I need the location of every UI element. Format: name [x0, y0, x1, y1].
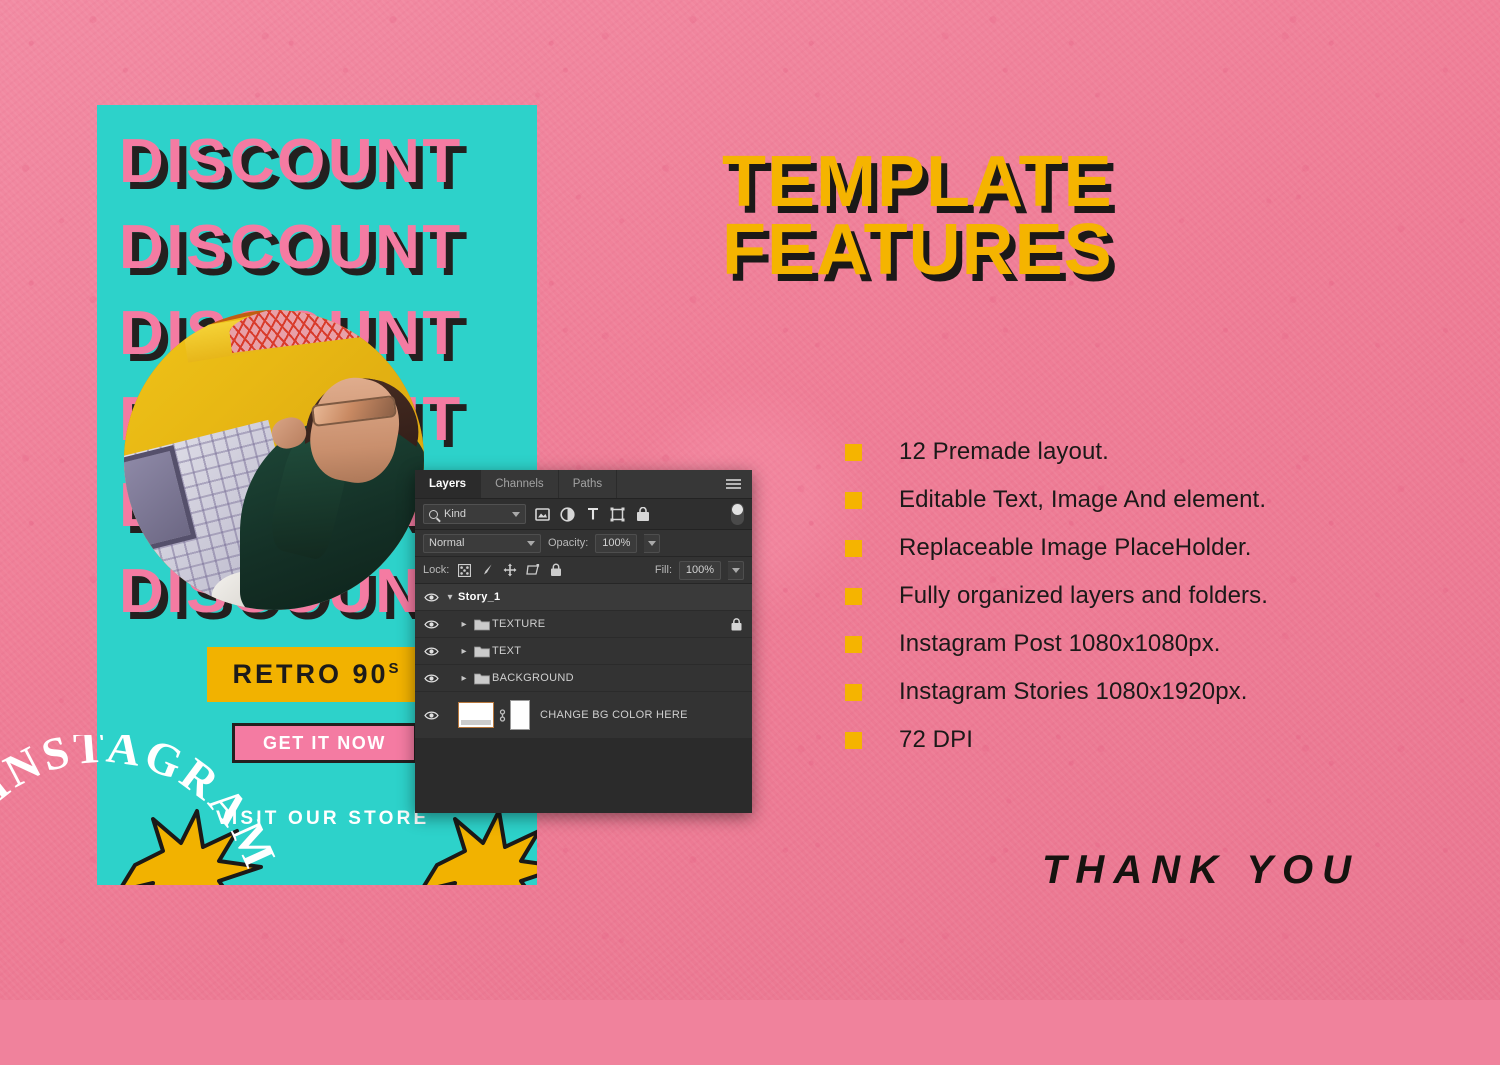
bullet-square-icon	[845, 491, 862, 509]
link-icon[interactable]	[494, 708, 510, 723]
layer-name: TEXT	[492, 645, 522, 657]
retro-badge-label: RETRO 90	[232, 659, 389, 689]
hamburger-menu-icon[interactable]	[715, 470, 752, 498]
lock-transparent-pixels-icon[interactable]	[456, 562, 472, 578]
blend-mode-bar: Normal Opacity: 100%	[415, 530, 752, 557]
feature-label: Instagram Stories 1080x1920px.	[899, 678, 1248, 705]
thank-you-label: THANK YOU	[1042, 848, 1361, 892]
panel-tab-bar: Layers Channels Paths	[415, 470, 752, 499]
bullet-square-icon	[845, 731, 862, 749]
bullet-square-icon	[845, 587, 862, 605]
fill-stepper-icon[interactable]	[728, 560, 744, 580]
layer-row[interactable]: ▸ TEXT	[415, 638, 752, 665]
layer-row[interactable]: ▸ TEXTURE	[415, 611, 752, 638]
list-item: Editable Text, Image And element.	[845, 476, 1268, 524]
fill-label: Fill:	[654, 564, 672, 576]
smart-object-filter-icon[interactable]	[634, 506, 651, 523]
adjustment-filter-icon[interactable]	[559, 506, 576, 523]
feature-label: Fully organized layers and folders.	[899, 582, 1269, 609]
feature-list: 12 Premade layout. Editable Text, Image …	[845, 428, 1268, 764]
feature-label: 12 Premade layout.	[899, 438, 1109, 465]
lock-image-pixels-icon[interactable]	[479, 562, 495, 578]
layer-mask-thumbnail[interactable]	[510, 700, 530, 730]
feature-label: Editable Text, Image And element.	[899, 486, 1267, 513]
bullet-square-icon	[845, 539, 862, 557]
bullet-square-icon	[845, 683, 862, 701]
tab-layers[interactable]: Layers	[415, 470, 482, 498]
instagram-arc-label: INSTAGRAM	[0, 735, 287, 877]
lock-all-icon[interactable]	[548, 562, 564, 578]
list-item: 12 Premade layout.	[845, 428, 1268, 476]
retro-badge-superscript: S	[388, 660, 402, 677]
layer-name: TEXTURE	[492, 618, 546, 630]
bullet-square-icon	[845, 443, 862, 461]
layer-row[interactable]: ▸ BACKGROUND	[415, 665, 752, 692]
list-item: 72 DPI	[845, 716, 1268, 764]
layer-filter-bar: Kind	[415, 499, 752, 530]
page-title: TEMPLATE FEATURES	[722, 142, 1113, 291]
list-item: Instagram Stories 1080x1920px.	[845, 668, 1268, 716]
feature-label: Instagram Post 1080x1080px.	[899, 630, 1221, 657]
fill-value[interactable]: 100%	[679, 560, 721, 580]
photoshop-layers-panel[interactable]: Layers Channels Paths Kind Normal Opacit…	[415, 470, 752, 813]
layer-name: CHANGE BG COLOR HERE	[540, 709, 688, 721]
blend-mode-value: Normal	[429, 537, 465, 549]
bullet-square-icon	[845, 635, 862, 653]
feature-label: 72 DPI	[899, 726, 973, 753]
lock-position-icon[interactable]	[502, 562, 518, 578]
eye-icon[interactable]	[420, 710, 442, 721]
eye-icon[interactable]	[420, 646, 442, 657]
tab-channels[interactable]: Channels	[481, 470, 559, 498]
eye-icon[interactable]	[420, 592, 442, 603]
layer-list: ▾ Story_1 ▸ TEXTURE ▸ TEXT ▸ BACKGROUND …	[415, 584, 752, 739]
chevron-right-icon[interactable]: ▸	[456, 619, 472, 630]
layer-locked-icon	[731, 617, 742, 631]
eye-icon[interactable]	[420, 619, 442, 630]
list-item: Fully organized layers and folders.	[845, 572, 1268, 620]
chevron-right-icon[interactable]: ▸	[456, 646, 472, 657]
blend-mode-select[interactable]: Normal	[423, 533, 541, 553]
folder-icon	[472, 672, 492, 685]
layer-row[interactable]: CHANGE BG COLOR HERE	[415, 692, 752, 739]
chevron-right-icon[interactable]: ▸	[456, 673, 472, 684]
image-filter-icon[interactable]	[534, 506, 551, 523]
list-item: Replaceable Image PlaceHolder.	[845, 524, 1268, 572]
chevron-down-icon	[512, 511, 520, 517]
chevron-down-icon[interactable]: ▾	[442, 592, 458, 603]
eye-icon[interactable]	[420, 673, 442, 684]
circular-model-photo	[124, 310, 424, 610]
lock-bar: Lock: Fill: 100%	[415, 557, 752, 584]
layer-name: BACKGROUND	[492, 672, 574, 684]
filter-kind-label: Kind	[444, 508, 467, 520]
opacity-stepper-icon[interactable]	[644, 533, 661, 553]
filter-toggle-switch[interactable]	[731, 503, 744, 525]
starburst-right-icon	[422, 809, 537, 885]
feature-label: Replaceable Image PlaceHolder.	[899, 534, 1252, 561]
solid-color-thumbnail[interactable]	[458, 702, 494, 728]
discount-text-line: DISCOUNT	[119, 213, 463, 282]
type-filter-icon[interactable]	[584, 506, 601, 523]
page-title-line2: FEATURES	[722, 210, 1113, 291]
search-icon	[429, 509, 438, 519]
opacity-label: Opacity:	[548, 537, 589, 549]
shape-filter-icon[interactable]	[609, 506, 626, 523]
folder-icon	[472, 645, 492, 658]
tab-paths[interactable]: Paths	[559, 470, 618, 498]
retro-90s-badge: RETRO 90S	[207, 647, 427, 702]
chevron-down-icon	[527, 540, 535, 546]
list-item: Instagram Post 1080x1080px.	[845, 620, 1268, 668]
opacity-value[interactable]: 100%	[595, 533, 638, 553]
page-title-line1: TEMPLATE	[722, 142, 1113, 222]
lock-label: Lock:	[423, 564, 450, 576]
instagram-arc-text: INSTAGRAM	[0, 735, 287, 877]
lock-artboard-icon[interactable]	[525, 562, 541, 578]
layer-name: Story_1	[458, 591, 501, 603]
filter-kind-select[interactable]: Kind	[423, 504, 526, 524]
discount-text-line: DISCOUNT	[119, 127, 463, 196]
folder-icon	[472, 618, 492, 631]
layer-row[interactable]: ▾ Story_1	[415, 584, 752, 611]
